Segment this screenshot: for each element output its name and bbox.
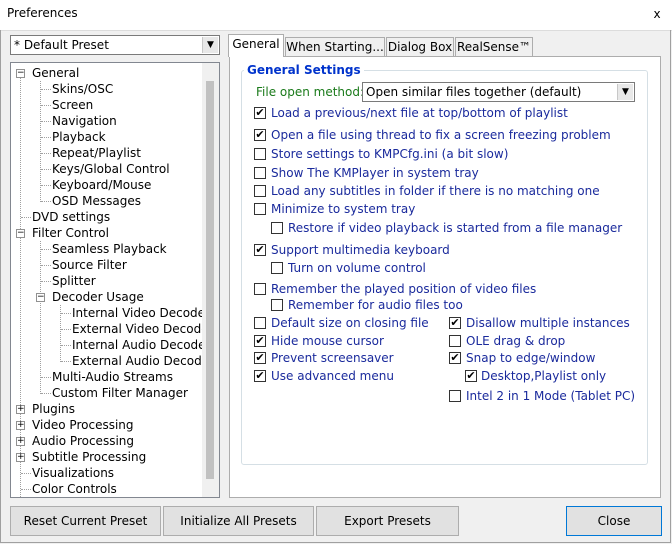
tab-realsense[interactable]: RealSense™	[455, 37, 533, 56]
group-title: General Settings	[244, 63, 364, 77]
tree-item-color-controls[interactable]: Color Controls	[32, 482, 117, 497]
reset-preset-button[interactable]: Reset Current Preset	[10, 506, 161, 536]
tree-scrollbar[interactable]	[202, 63, 219, 497]
checkbox-volume-control[interactable]	[271, 262, 283, 274]
file-open-method-value: Open similar files together (default)	[366, 85, 582, 99]
tree-item-internal-video-decoder[interactable]: Internal Video Decoder	[72, 306, 210, 321]
tree-item-audio-processing[interactable]: Audio Processing	[32, 434, 134, 449]
label-advanced-menu: Use advanced menu	[271, 369, 394, 383]
label-snap-edge: Snap to edge/window	[466, 351, 596, 365]
tab-dialog-box[interactable]: Dialog Box	[386, 37, 454, 56]
tree-item-navigation[interactable]: Navigation	[52, 114, 117, 129]
tree-item-custom-filter-manager[interactable]: Custom Filter Manager	[52, 386, 188, 401]
label-remember-position: Remember the played position of video fi…	[271, 282, 537, 296]
checkbox-default-size[interactable]	[254, 317, 266, 329]
close-button[interactable]: Close	[566, 506, 662, 536]
tree-item-filter-control[interactable]: Filter Control	[32, 226, 109, 241]
tree-item-external-video-decoder[interactable]: External Video Decoder	[72, 322, 214, 337]
checkbox-multimedia-keyboard[interactable]: ✔	[254, 244, 266, 256]
tree-item-repeat-playlist[interactable]: Repeat/Playlist	[52, 146, 141, 161]
title-bar	[0, 0, 672, 31]
label-load-subtitles: Load any subtitles in folder if there is…	[271, 184, 600, 198]
tree-item-general[interactable]: General	[32, 66, 79, 81]
tree-item-decoder-usage[interactable]: Decoder Usage	[52, 290, 144, 305]
checkbox-snap-edge[interactable]: ✔	[449, 352, 461, 364]
checkbox-open-thread[interactable]: ✔	[254, 129, 266, 141]
preset-select[interactable]: * Default Preset ▼	[10, 35, 220, 55]
settings-tree[interactable]: − General Skins/OSC Screen Navigation Pl…	[10, 62, 220, 498]
expand-icon[interactable]: +	[16, 453, 25, 462]
tree-item-splitter[interactable]: Splitter	[52, 274, 96, 289]
tree-item-external-audio-decoder[interactable]: External Audio Decoder	[72, 354, 214, 369]
checkbox-system-tray[interactable]	[254, 167, 266, 179]
tree-item-seamless-playback[interactable]: Seamless Playback	[52, 242, 167, 257]
file-open-method-select[interactable]: Open similar files together (default) ▼	[362, 82, 635, 102]
checkbox-remember-position[interactable]	[254, 283, 266, 295]
preset-select-value: * Default Preset	[14, 38, 109, 52]
label-default-size: Default size on closing file	[271, 316, 429, 330]
tree-item-osd-messages[interactable]: OSD Messages	[52, 194, 141, 209]
initialize-presets-button[interactable]: Initialize All Presets	[163, 506, 314, 536]
label-minimize-tray: Minimize to system tray	[271, 202, 416, 216]
label-prevent-screensaver: Prevent screensaver	[271, 351, 394, 365]
chevron-down-icon[interactable]: ▼	[617, 84, 633, 100]
label-system-tray: Show The KMPlayer in system tray	[271, 166, 479, 180]
collapse-icon[interactable]: −	[16, 229, 25, 238]
tree-item-playback[interactable]: Playback	[52, 130, 106, 145]
expand-icon[interactable]: +	[16, 437, 25, 446]
checkbox-ole-drag-drop[interactable]	[449, 335, 461, 347]
file-open-method-label: File open method:	[256, 85, 365, 99]
label-store-settings: Store settings to KMPCfg.ini (a bit slow…	[271, 147, 509, 161]
window-title: Preferences	[7, 6, 78, 20]
checkbox-advanced-menu[interactable]: ✔	[254, 370, 266, 382]
general-panel	[229, 56, 661, 498]
checkbox-restore-playback[interactable]	[271, 222, 283, 234]
label-desktop-playlist: Desktop,Playlist only	[481, 369, 607, 383]
expand-icon[interactable]: +	[16, 421, 25, 430]
tree-item-skins-osc[interactable]: Skins/OSC	[52, 82, 113, 97]
label-volume-control: Turn on volume control	[288, 261, 426, 275]
tree-item-multi-audio-streams[interactable]: Multi-Audio Streams	[52, 370, 173, 385]
tree-item-visualizations[interactable]: Visualizations	[32, 466, 114, 481]
checkbox-disallow-multiple[interactable]: ✔	[449, 317, 461, 329]
checkbox-store-settings[interactable]	[254, 148, 266, 160]
tree-item-plugins[interactable]: Plugins	[32, 402, 75, 417]
tab-when-starting[interactable]: When Starting...	[285, 37, 385, 56]
collapse-icon[interactable]: −	[16, 69, 25, 78]
label-open-thread: Open a file using thread to fix a screen…	[271, 128, 611, 142]
checkbox-load-subtitles[interactable]	[254, 185, 266, 197]
tree-item-internal-audio-decoder[interactable]: Internal Audio Decoder	[72, 338, 210, 353]
label-hide-cursor: Hide mouse cursor	[271, 334, 384, 348]
chevron-down-icon[interactable]: ▼	[202, 37, 218, 53]
tree-item-screen[interactable]: Screen	[52, 98, 93, 113]
label-disallow-multiple: Disallow multiple instances	[466, 316, 630, 330]
label-intel-2in1: Intel 2 in 1 Mode (Tablet PC)	[466, 389, 636, 403]
checkbox-minimize-tray[interactable]	[254, 203, 266, 215]
expand-icon[interactable]: +	[16, 405, 25, 414]
label-remember-audio: Remember for audio files too	[288, 298, 463, 312]
tree-item-subtitle-processing[interactable]: Subtitle Processing	[32, 450, 146, 465]
checkbox-hide-cursor[interactable]: ✔	[254, 335, 266, 347]
scrollbar-thumb[interactable]	[206, 81, 214, 479]
collapse-icon[interactable]: −	[36, 293, 45, 302]
label-load-prev-next: Load a previous/next file at top/bottom …	[271, 106, 568, 120]
tree-item-keyboard-mouse[interactable]: Keyboard/Mouse	[52, 178, 151, 193]
close-window-button[interactable]: x	[642, 0, 672, 30]
tree-item-dvd-settings[interactable]: DVD settings	[32, 210, 110, 225]
label-restore-playback: Restore if video playback is started fro…	[288, 221, 623, 235]
checkbox-desktop-playlist[interactable]: ✔	[465, 370, 477, 382]
checkbox-prevent-screensaver[interactable]: ✔	[254, 352, 266, 364]
checkbox-load-prev-next[interactable]: ✔	[254, 107, 266, 119]
checkbox-remember-audio[interactable]	[271, 299, 283, 311]
tree-item-keys-global-control[interactable]: Keys/Global Control	[52, 162, 170, 177]
tab-general[interactable]: General	[228, 34, 284, 57]
label-ole-drag-drop: OLE drag & drop	[466, 334, 566, 348]
tree-item-video-processing[interactable]: Video Processing	[32, 418, 134, 433]
tree-item-source-filter[interactable]: Source Filter	[52, 258, 127, 273]
export-presets-button[interactable]: Export Presets	[316, 506, 459, 536]
checkbox-intel-2in1[interactable]	[449, 390, 461, 402]
label-multimedia-keyboard: Support multimedia keyboard	[271, 243, 450, 257]
